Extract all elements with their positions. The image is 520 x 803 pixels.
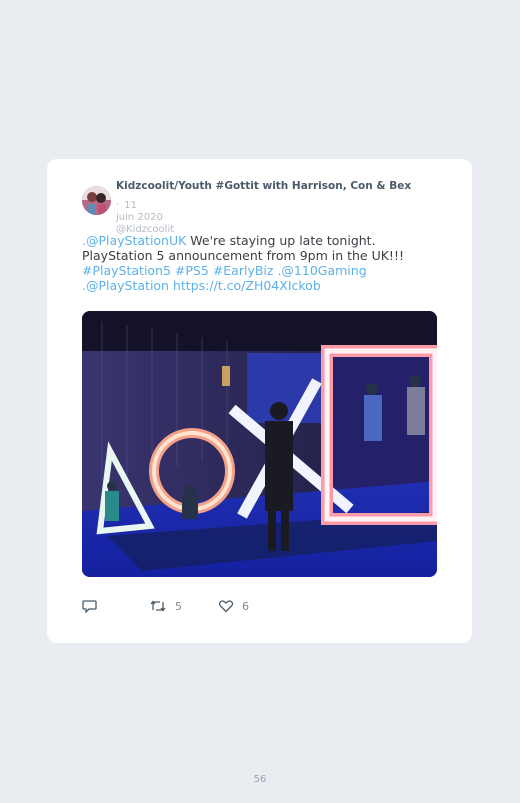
author-name[interactable]: Kidzcoolit/Youth #Gottit with Harrison, … (116, 180, 411, 192)
url-link[interactable]: https://t.co/ZH04XIckob (173, 278, 321, 293)
like-icon[interactable] (218, 599, 234, 613)
retweet-action[interactable]: 5 (149, 599, 182, 613)
hashtag-link[interactable]: #EarlyBiz (213, 263, 274, 278)
tweet-date-rest[interactable]: juin 2020 (116, 212, 416, 224)
like-count: 6 (242, 599, 249, 613)
tweet-actions: 5 6 (82, 599, 282, 615)
like-action[interactable]: 6 (218, 599, 249, 613)
avatar[interactable] (82, 186, 111, 215)
tweet-text: .@PlayStationUK We're staying up late to… (82, 233, 442, 293)
tweet-header: Kidzcoolit/Youth #Gottit with Harrison, … (116, 174, 416, 235)
reply-icon[interactable] (82, 599, 98, 613)
tweet-card: Kidzcoolit/Youth #Gottit with Harrison, … (47, 159, 472, 643)
retweet-icon[interactable] (149, 599, 167, 613)
separator-dot: · (116, 200, 120, 211)
hashtag-link[interactable]: #PlayStation5 (82, 263, 171, 278)
hashtag-link[interactable]: #PS5 (175, 263, 209, 278)
mention-link[interactable]: .@PlayStation (82, 278, 169, 293)
photo-image (82, 311, 437, 577)
tweet-date-day[interactable]: 11 (124, 200, 137, 211)
retweet-count: 5 (175, 599, 182, 613)
mention-link[interactable]: .@PlayStationUK (82, 233, 186, 248)
mention-link[interactable]: .@110Gaming (277, 263, 366, 278)
avatar-image (82, 186, 111, 215)
page-number: 56 (253, 774, 267, 785)
tweet-photo[interactable] (82, 311, 437, 577)
reply-action[interactable] (82, 599, 98, 613)
